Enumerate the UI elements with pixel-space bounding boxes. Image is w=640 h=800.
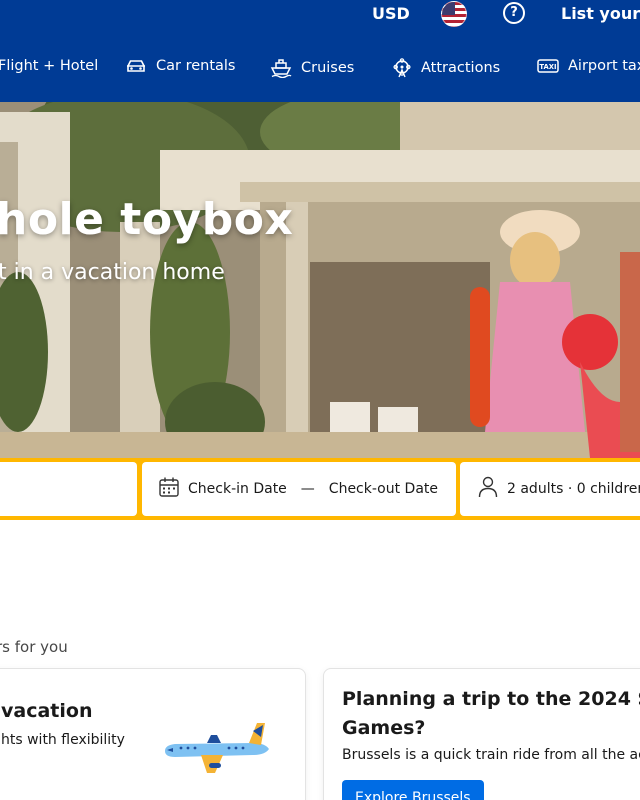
destination-field[interactable]: [0, 462, 137, 516]
nav-flight-hotel[interactable]: Flight + Hotel: [0, 58, 98, 74]
date-range-field[interactable]: Check-in Date — Check-out Date: [142, 462, 456, 516]
nav-attractions-label: Attractions: [421, 60, 501, 76]
nav-airport-taxis-label: Airport tax: [568, 58, 640, 74]
offer-card-text: hts with flexibility: [1, 732, 125, 748]
nav-car-rentals[interactable]: Car rentals: [125, 58, 236, 74]
help-icon[interactable]: ?: [503, 2, 525, 24]
utility-bar: USD ? List your p: [0, 0, 640, 34]
product-nav: Flight + Hotel Car rentals Cruises Attra…: [0, 58, 640, 80]
ship-icon: [270, 58, 292, 78]
taxi-icon: TAXI: [537, 58, 559, 74]
nav-car-rentals-label: Car rentals: [156, 58, 236, 74]
airplane-illustration: [165, 723, 269, 773]
currency-selector[interactable]: USD: [372, 4, 410, 23]
offer-card-vacation[interactable]: vacation hts with flexibility: [0, 668, 306, 800]
offers-heading: rs for you: [0, 638, 68, 656]
car-icon: [125, 58, 147, 74]
offer-card-text: Brussels is a quick train ride from all …: [342, 747, 640, 763]
guests-field[interactable]: 2 adults · 0 children: [460, 462, 640, 516]
calendar-icon: [158, 476, 180, 502]
guests-label: 2 adults · 0 children: [507, 481, 640, 497]
nav-cruises-label: Cruises: [301, 60, 355, 76]
checkout-date-label: Check-out Date: [328, 481, 439, 497]
search-bar: Check-in Date — Check-out Date 2 adults …: [0, 458, 640, 520]
person-icon: [478, 476, 498, 502]
nav-cruises[interactable]: Cruises: [270, 58, 354, 78]
checkin-date-label: Check-in Date: [188, 481, 287, 497]
us-flag-icon[interactable]: [441, 1, 467, 27]
ferris-wheel-icon: [392, 58, 412, 78]
explore-brussels-button[interactable]: Explore Brussels: [342, 780, 484, 800]
nav-attractions[interactable]: Attractions: [392, 58, 500, 78]
hero-title: hole toybox: [0, 194, 294, 245]
offer-card-title: Planning a trip to the 2024 S Games?: [342, 688, 640, 739]
hero-subtitle: t in a vacation home: [0, 260, 225, 285]
offer-card-title: vacation: [1, 700, 93, 722]
nav-flight-hotel-label: Flight + Hotel: [0, 58, 99, 74]
svg-text:TAXI: TAXI: [539, 63, 556, 71]
nav-airport-taxis[interactable]: TAXI Airport tax: [537, 58, 640, 74]
top-header: USD ? List your p Flight + Hotel Car ren…: [0, 0, 640, 102]
list-your-property-link[interactable]: List your p: [561, 4, 640, 23]
hero-banner: hole toybox t in a vacation home: [0, 102, 640, 458]
date-separator: —: [300, 481, 315, 497]
offer-card-olympics[interactable]: Planning a trip to the 2024 S Games? Bru…: [323, 668, 640, 800]
